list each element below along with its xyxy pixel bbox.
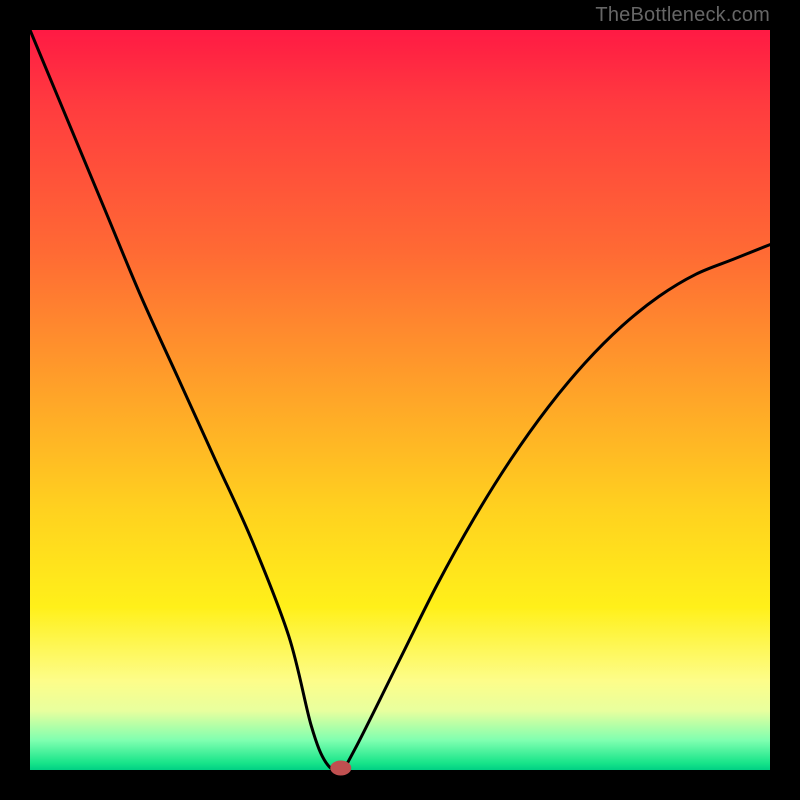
minimum-marker: [331, 761, 351, 775]
plot-area: [30, 30, 770, 770]
chart-frame: TheBottleneck.com: [0, 0, 800, 800]
curve-layer: [30, 30, 770, 770]
bottleneck-curve: [30, 30, 770, 771]
watermark-label: TheBottleneck.com: [595, 4, 770, 27]
